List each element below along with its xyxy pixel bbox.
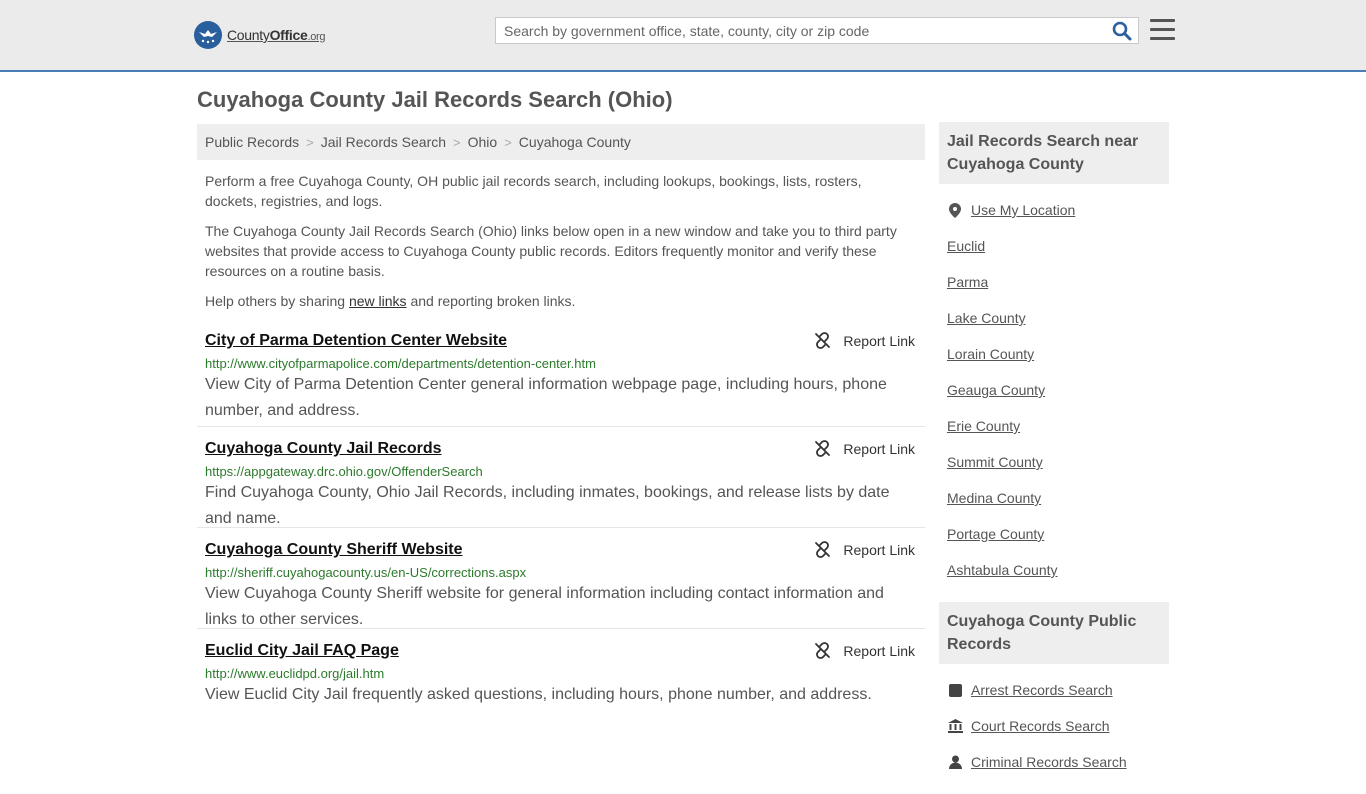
nearby-link-geauga-county[interactable]: Geauga County	[947, 382, 1045, 398]
logo-wordmark: CountyOffice.org	[227, 27, 326, 43]
sharing-note: Help others by sharing new links and rep…	[205, 293, 576, 309]
list-item: Court Records Search	[947, 708, 1169, 744]
report-link-label: Report Link	[843, 642, 915, 659]
new-links-link[interactable]: new links	[349, 293, 407, 309]
nearby-link-medina-county[interactable]: Medina County	[947, 490, 1041, 506]
result-item: City of Parma Detention Center Website h…	[197, 326, 925, 427]
public-records-list: Arrest Records Search Court Records Sear…	[939, 664, 1169, 794]
list-item: Arrest Records Search	[947, 672, 1169, 708]
person-icon	[947, 755, 963, 769]
court-records-search-link[interactable]: Court Records Search	[971, 718, 1110, 734]
arrest-records-search-link[interactable]: Arrest Records Search	[971, 682, 1113, 698]
result-description: View Cuyahoga County Sheriff website for…	[205, 585, 884, 628]
report-link-label: Report Link	[843, 440, 915, 457]
use-my-location-link[interactable]: Use My Location	[971, 202, 1075, 218]
list-item: Geauga County	[947, 372, 1169, 408]
sidebar: Jail Records Search near Cuyahoga County…	[939, 122, 1169, 794]
hamburger-menu-icon[interactable]	[1150, 19, 1175, 41]
list-item: Lorain County	[947, 336, 1169, 372]
result-item: Cuyahoga County Jail Records https://app…	[197, 427, 925, 528]
breadcrumb-public-records[interactable]: Public Records	[205, 134, 299, 150]
list-item: Portage County	[947, 516, 1169, 552]
report-link-button[interactable]: Report Link	[814, 332, 915, 349]
result-url[interactable]: http://www.cityofparmapolice.com/departm…	[205, 356, 917, 371]
intro-text: Perform a free Cuyahoga County, OH publi…	[205, 171, 915, 321]
nearby-link-parma[interactable]: Parma	[947, 274, 988, 290]
nearby-heading: Jail Records Search near Cuyahoga County	[939, 122, 1169, 184]
breadcrumb: Public Records > Jail Records Search > O…	[197, 124, 925, 160]
breadcrumb-separator-icon: >	[306, 134, 314, 150]
page-title: Cuyahoga County Jail Records Search (Ohi…	[197, 87, 673, 112]
result-description: Find Cuyahoga County, Ohio Jail Records,…	[205, 484, 890, 527]
list-item: Medina County	[947, 480, 1169, 516]
result-title-link[interactable]: Cuyahoga County Jail Records	[205, 440, 917, 458]
intro-paragraph: Perform a free Cuyahoga County, OH publi…	[205, 173, 862, 209]
list-item: Lake County	[947, 300, 1169, 336]
result-description: View City of Parma Detention Center gene…	[205, 376, 887, 419]
report-link-button[interactable]: Report Link	[814, 541, 915, 558]
breadcrumb-cuyahoga-county[interactable]: Cuyahoga County	[519, 134, 631, 150]
public-records-heading: Cuyahoga County Public Records	[939, 602, 1169, 664]
results-list: City of Parma Detention Center Website h…	[197, 326, 925, 730]
breadcrumb-separator-icon: >	[504, 134, 512, 150]
broken-link-icon	[815, 642, 831, 659]
result-url[interactable]: https://appgateway.drc.ohio.gov/Offender…	[205, 464, 917, 479]
nearby-link-ashtabula-county[interactable]: Ashtabula County	[947, 562, 1058, 578]
report-link-button[interactable]: Report Link	[814, 440, 915, 457]
breadcrumb-separator-icon: >	[453, 134, 461, 150]
nearby-link-euclid[interactable]: Euclid	[947, 238, 985, 254]
list-item: Criminal Records Search	[947, 744, 1169, 780]
eagle-logo-icon	[194, 21, 222, 49]
list-item: Euclid	[947, 228, 1169, 264]
search-box	[495, 17, 1139, 44]
map-pin-icon	[947, 202, 963, 218]
intro-paragraph: The Cuyahoga County Jail Records Search …	[205, 223, 897, 279]
site-logo[interactable]: CountyOffice.org	[194, 20, 326, 50]
list-item: Summit County	[947, 444, 1169, 480]
result-url[interactable]: http://www.euclidpd.org/jail.htm	[205, 666, 917, 681]
list-item: Parma	[947, 264, 1169, 300]
nearby-link-lake-county[interactable]: Lake County	[947, 310, 1026, 326]
search-input[interactable]	[496, 18, 1096, 43]
result-description: View Euclid City Jail frequently asked q…	[205, 686, 872, 703]
nearby-link-summit-county[interactable]: Summit County	[947, 454, 1043, 470]
result-url[interactable]: http://sheriff.cuyahogacounty.us/en-US/c…	[205, 565, 917, 580]
use-location-item: Use My Location	[947, 192, 1169, 228]
broken-link-icon	[815, 332, 831, 349]
nearby-link-lorain-county[interactable]: Lorain County	[947, 346, 1034, 362]
nearby-link-portage-county[interactable]: Portage County	[947, 526, 1044, 542]
report-link-label: Report Link	[843, 332, 915, 349]
result-title-link[interactable]: City of Parma Detention Center Website	[205, 332, 917, 350]
square-icon	[947, 683, 963, 697]
breadcrumb-jail-records-search[interactable]: Jail Records Search	[321, 134, 446, 150]
site-header: CountyOffice.org	[0, 0, 1366, 72]
result-title-link[interactable]: Euclid City Jail FAQ Page	[205, 642, 917, 660]
report-link-label: Report Link	[843, 541, 915, 558]
result-title-link[interactable]: Cuyahoga County Sheriff Website	[205, 541, 917, 559]
breadcrumb-ohio[interactable]: Ohio	[468, 134, 498, 150]
broken-link-icon	[815, 541, 831, 558]
nearby-link-erie-county[interactable]: Erie County	[947, 418, 1020, 434]
result-item: Euclid City Jail FAQ Page http://www.euc…	[197, 629, 925, 730]
list-item: Erie County	[947, 408, 1169, 444]
nearby-list: Use My Location Euclid Parma Lake County…	[939, 184, 1169, 602]
report-link-button[interactable]: Report Link	[814, 642, 915, 659]
broken-link-icon	[815, 440, 831, 457]
search-icon[interactable]	[1112, 21, 1132, 41]
courthouse-icon	[947, 719, 963, 733]
list-item: Ashtabula County	[947, 552, 1169, 588]
result-item: Cuyahoga County Sheriff Website http://s…	[197, 528, 925, 629]
